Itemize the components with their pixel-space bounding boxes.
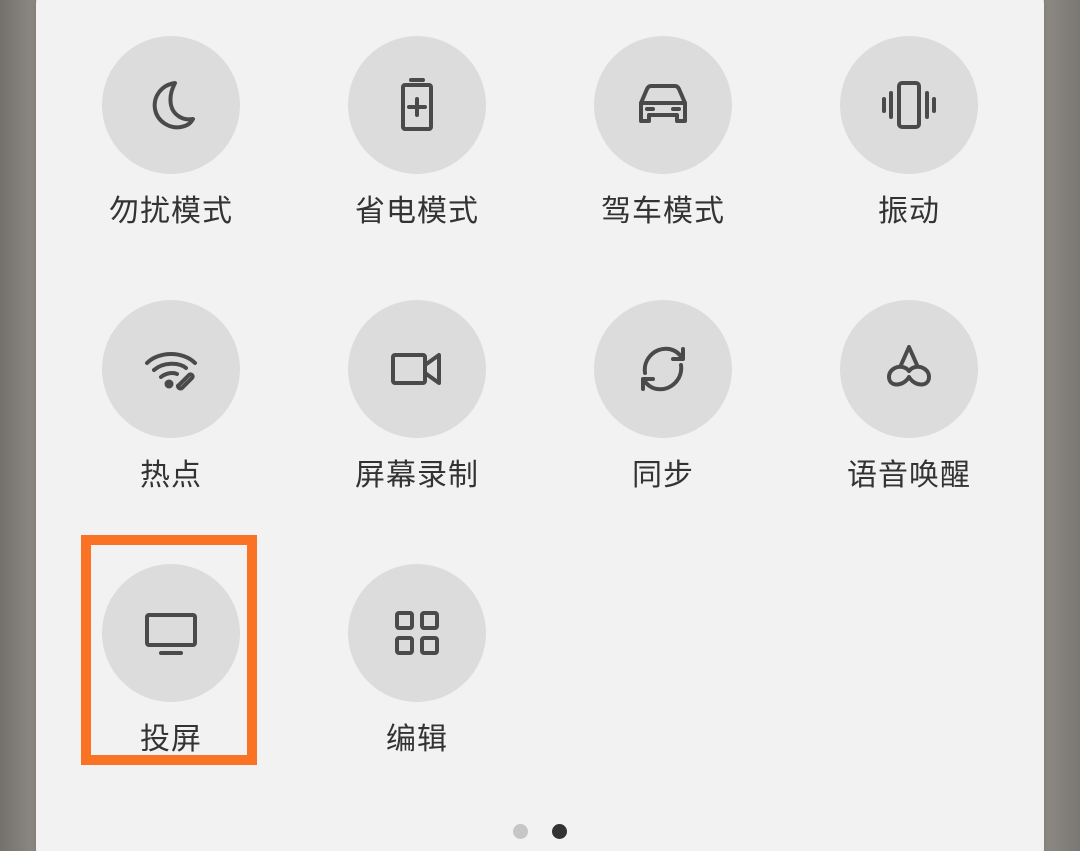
voice-wake-icon (887, 345, 931, 387)
tile-circle[interactable] (102, 36, 240, 174)
tile-circle[interactable] (840, 36, 978, 174)
tile-power-saving[interactable]: 省电模式 (317, 36, 517, 266)
tile-label: 屏幕录制 (355, 458, 479, 493)
tile-circle[interactable] (348, 564, 486, 702)
tile-label: 编辑 (386, 722, 448, 757)
tile-label: 振动 (878, 194, 940, 229)
tile-circle[interactable] (348, 300, 486, 438)
tile-label: 语音唤醒 (847, 458, 971, 493)
page-indicator (0, 824, 1080, 842)
tile-sync[interactable]: 同步 (563, 300, 763, 530)
tile-circle[interactable] (102, 300, 240, 438)
page-dot[interactable] (513, 824, 528, 839)
tile-screen-record[interactable]: 屏幕录制 (317, 300, 517, 530)
tile-label: 热点 (140, 458, 202, 493)
tile-label: 投屏 (140, 722, 202, 757)
tile-hotspot[interactable]: 热点 (71, 300, 271, 530)
battery-plus-icon (401, 78, 433, 131)
moon-icon (152, 81, 195, 130)
tile-edit[interactable]: 编辑 (317, 564, 517, 794)
tile-circle[interactable] (840, 300, 978, 438)
car-icon (639, 84, 687, 123)
tile-voice-wake[interactable]: 语音唤醒 (809, 300, 1009, 530)
vibrate-icon (882, 81, 936, 129)
tile-vibrate[interactable]: 振动 (809, 36, 1009, 266)
tile-circle[interactable] (102, 564, 240, 702)
sync-icon (641, 346, 685, 392)
hotspot-icon (145, 352, 197, 391)
page-dot-active[interactable] (552, 824, 567, 839)
tile-label: 驾车模式 (601, 194, 725, 229)
tile-do-not-disturb[interactable]: 勿扰模式 (71, 36, 271, 266)
video-camera-icon (391, 353, 441, 385)
tile-screen-cast[interactable]: 投屏 (71, 564, 271, 794)
tile-label: 省电模式 (355, 194, 479, 229)
grid-icon (395, 611, 439, 655)
tile-circle[interactable] (594, 300, 732, 438)
tile-label: 勿扰模式 (109, 194, 233, 229)
tile-circle[interactable] (348, 36, 486, 174)
tile-circle[interactable] (594, 36, 732, 174)
tile-label: 同步 (632, 458, 694, 493)
tile-driving-mode[interactable]: 驾车模式 (563, 36, 763, 266)
monitor-icon (145, 613, 197, 655)
